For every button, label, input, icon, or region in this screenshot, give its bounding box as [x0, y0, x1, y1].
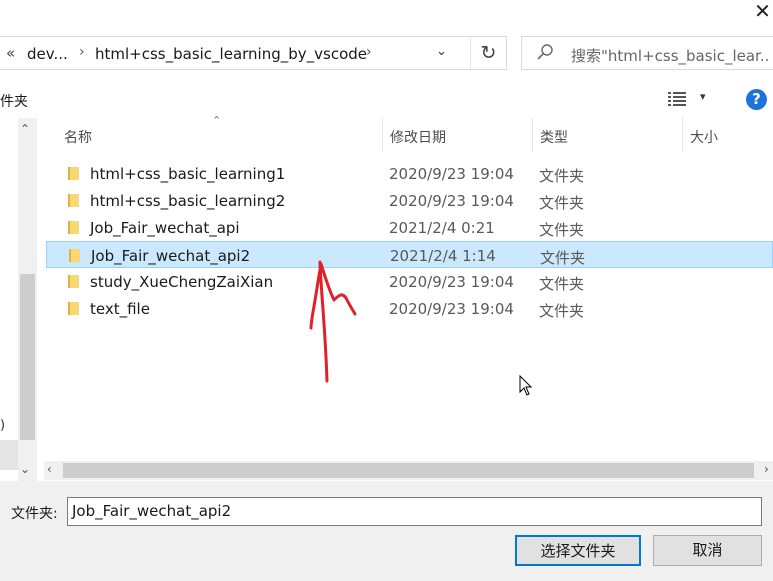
- file-date-modified: 2021/2/4 0:21: [389, 219, 495, 237]
- scroll-right-arrow-icon[interactable]: ›: [764, 462, 769, 476]
- breadcrumb-separator-icon[interactable]: ›: [366, 44, 372, 60]
- folder-icon: [68, 221, 79, 234]
- dialog-footer: [0, 481, 773, 581]
- scroll-up-arrow-icon[interactable]: ⌃: [20, 122, 30, 136]
- search-placeholder: 搜索"html+css_basic_lear...: [571, 47, 771, 65]
- breadcrumb-separator-icon[interactable]: ›: [79, 44, 85, 60]
- file-row[interactable]: html+css_basic_learning1 2020/9/23 19:04 文…: [46, 160, 773, 187]
- file-date-modified: 2020/9/23 19:04: [389, 273, 514, 291]
- column-divider[interactable]: [682, 118, 683, 152]
- column-header-name[interactable]: 名称: [64, 127, 92, 147]
- close-button[interactable]: ✕: [752, 0, 773, 22]
- nav-pane-selected-item[interactable]: [0, 440, 18, 470]
- file-date-modified: 2020/9/23 19:04: [389, 300, 514, 318]
- sort-ascending-icon: ⌃: [212, 114, 222, 127]
- file-row[interactable]: study_XueChengZaiXian 2020/9/23 19:04 文件夹: [46, 268, 773, 295]
- folder-icon: [68, 275, 79, 288]
- column-divider[interactable]: [382, 118, 383, 152]
- view-options-dropdown[interactable]: ▾: [700, 90, 706, 103]
- address-history-dropdown[interactable]: ⌄: [436, 44, 447, 59]
- file-date-modified: 2020/9/23 19:04: [389, 192, 514, 210]
- file-name[interactable]: Job_Fair_wechat_api2: [91, 247, 250, 265]
- column-divider[interactable]: [532, 118, 533, 152]
- breadcrumb-overflow-button[interactable]: «: [6, 44, 15, 62]
- file-date-modified: 2021/2/4 1:14: [390, 247, 496, 265]
- folder-icon: [68, 302, 79, 315]
- new-folder-button[interactable]: 件夹: [0, 91, 28, 111]
- file-row[interactable]: html+css_basic_learning2 2020/9/23 19:04 文…: [46, 187, 773, 214]
- file-type: 文件夹: [540, 249, 586, 267]
- file-type: 文件夹: [539, 194, 585, 212]
- column-header-type[interactable]: 类型: [540, 127, 568, 147]
- file-row[interactable]: text_file 2020/9/23 19:04 文件夹: [46, 295, 773, 322]
- folder-field-label: 文件夹:: [11, 506, 58, 522]
- file-date-modified: 2020/9/23 19:04: [389, 165, 514, 183]
- column-header-size[interactable]: 大小: [690, 127, 718, 147]
- folder-name-input[interactable]: Job_Fair_wechat_api2: [67, 497, 762, 526]
- file-type: 文件夹: [539, 275, 585, 293]
- file-row[interactable]: Job_Fair_wechat_api 2021/2/4 0:21 文件夹: [46, 214, 773, 241]
- folder-icon: [69, 249, 80, 262]
- folder-icon: [68, 194, 79, 207]
- nav-pane-item-fragment[interactable]: ): [0, 418, 5, 433]
- file-name[interactable]: text_file: [90, 300, 150, 318]
- file-type: 文件夹: [539, 167, 585, 185]
- horizontal-scroll-thumb[interactable]: [63, 463, 754, 478]
- cancel-button[interactable]: 取消: [653, 535, 762, 566]
- nav-pane-scroll-thumb[interactable]: [20, 274, 35, 440]
- help-icon[interactable]: ?: [746, 89, 767, 110]
- file-name[interactable]: study_XueChengZaiXian: [90, 273, 273, 291]
- scroll-left-arrow-icon[interactable]: ‹: [47, 462, 52, 476]
- file-name[interactable]: html+css_basic_learning1: [90, 165, 285, 183]
- refresh-button[interactable]: ↻: [470, 37, 506, 69]
- breadcrumb-segment-current[interactable]: html+css_basic_learning_by_vscode: [95, 45, 367, 63]
- file-name[interactable]: html+css_basic_learning2: [90, 192, 285, 210]
- folder-icon: [68, 167, 79, 180]
- search-icon: [537, 44, 553, 60]
- file-type: 文件夹: [539, 302, 585, 320]
- scroll-down-arrow-icon[interactable]: ⌄: [20, 462, 30, 476]
- select-folder-button[interactable]: 选择文件夹: [515, 535, 641, 566]
- breadcrumb-segment-dev[interactable]: dev...: [27, 45, 68, 63]
- column-header-date-modified[interactable]: 修改日期: [390, 127, 446, 147]
- file-row[interactable]: Job_Fair_wechat_api2 2021/2/4 1:14 文件夹: [46, 241, 773, 268]
- file-type: 文件夹: [539, 221, 585, 239]
- file-name[interactable]: Job_Fair_wechat_api: [90, 219, 240, 237]
- mouse-cursor-icon: [519, 375, 533, 396]
- details-view-icon[interactable]: [668, 91, 686, 107]
